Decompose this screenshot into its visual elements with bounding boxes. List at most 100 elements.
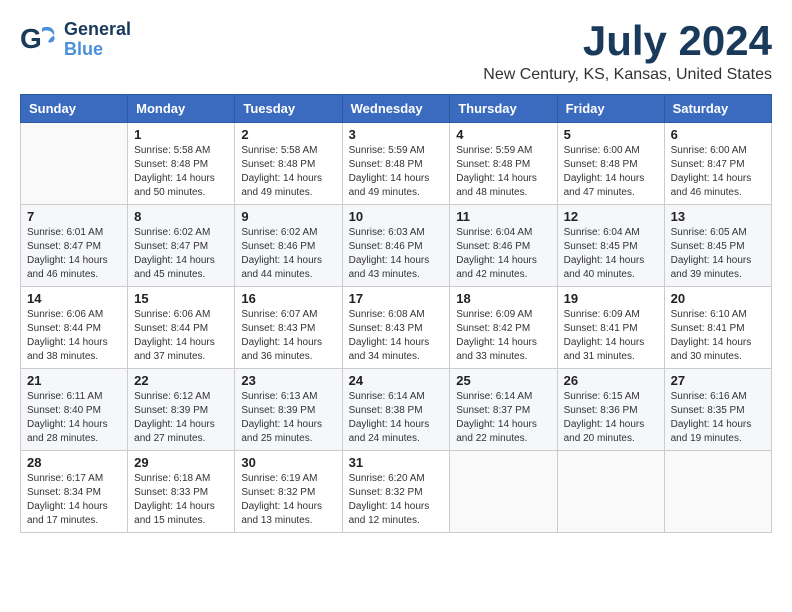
day-info: Sunrise: 6:03 AM Sunset: 8:46 PM Dayligh… xyxy=(349,226,444,282)
day-number: 11 xyxy=(456,209,550,224)
day-number: 3 xyxy=(349,127,444,142)
day-number: 8 xyxy=(134,209,228,224)
logo-blue-text: Blue xyxy=(64,40,131,60)
day-header-monday: Monday xyxy=(128,95,235,123)
calendar-cell: 30Sunrise: 6:19 AM Sunset: 8:32 PM Dayli… xyxy=(235,451,342,533)
day-number: 25 xyxy=(456,373,550,388)
day-header-sunday: Sunday xyxy=(21,95,128,123)
day-number: 2 xyxy=(241,127,335,142)
day-info: Sunrise: 6:12 AM Sunset: 8:39 PM Dayligh… xyxy=(134,390,228,446)
day-number: 13 xyxy=(671,209,765,224)
calendar-cell: 6 Sunrise: 6:00 AM Sunset: 8:47 PM Daylig… xyxy=(664,123,771,205)
calendar-table: SundayMondayTuesdayWednesdayThursdayFrid… xyxy=(20,94,772,533)
day-number: 16 xyxy=(241,291,335,306)
calendar-week-1: 1 Sunrise: 5:58 AM Sunset: 8:48 PM Daylig… xyxy=(21,123,772,205)
day-number: 28 xyxy=(27,455,121,470)
svg-text:G: G xyxy=(20,23,42,54)
calendar-cell: 29Sunrise: 6:18 AM Sunset: 8:33 PM Dayli… xyxy=(128,451,235,533)
day-info: Sunrise: 6:09 AM Sunset: 8:41 PM Dayligh… xyxy=(564,308,658,364)
calendar-week-5: 28Sunrise: 6:17 AM Sunset: 8:34 PM Dayli… xyxy=(21,451,772,533)
day-header-saturday: Saturday xyxy=(664,95,771,123)
calendar-cell xyxy=(21,123,128,205)
day-number: 23 xyxy=(241,373,335,388)
calendar-cell: 22 Sunrise: 6:12 AM Sunset: 8:39 PM Dayli… xyxy=(128,369,235,451)
calendar-cell: 23Sunrise: 6:13 AM Sunset: 8:39 PM Dayli… xyxy=(235,369,342,451)
day-header-thursday: Thursday xyxy=(450,95,557,123)
day-info: Sunrise: 6:07 AM Sunset: 8:43 PM Dayligh… xyxy=(241,308,335,364)
calendar-cell: 19 Sunrise: 6:09 AM Sunset: 8:41 PM Dayli… xyxy=(557,287,664,369)
day-number: 26 xyxy=(564,373,658,388)
calendar-cell: 21 Sunrise: 6:11 AM Sunset: 8:40 PM Dayli… xyxy=(21,369,128,451)
calendar-cell: 9 Sunrise: 6:02 AM Sunset: 8:46 PM Daylig… xyxy=(235,205,342,287)
title-area: July 2024 New Century, KS, Kansas, Unite… xyxy=(483,20,772,84)
day-info: Sunrise: 5:59 AM Sunset: 8:48 PM Dayligh… xyxy=(456,144,550,200)
day-info: Sunrise: 6:14 AM Sunset: 8:37 PM Dayligh… xyxy=(456,390,550,446)
calendar-cell: 18 Sunrise: 6:09 AM Sunset: 8:42 PM Dayli… xyxy=(450,287,557,369)
calendar-cell: 28Sunrise: 6:17 AM Sunset: 8:34 PM Dayli… xyxy=(21,451,128,533)
day-info: Sunrise: 6:20 AM Sunset: 8:32 PM Dayligh… xyxy=(349,472,444,528)
calendar-cell: 25 Sunrise: 6:14 AM Sunset: 8:37 PM Dayli… xyxy=(450,369,557,451)
day-number: 12 xyxy=(564,209,658,224)
day-info: Sunrise: 6:00 AM Sunset: 8:48 PM Dayligh… xyxy=(564,144,658,200)
calendar-cell: 15 Sunrise: 6:06 AM Sunset: 8:44 PM Dayli… xyxy=(128,287,235,369)
calendar-cell: 8 Sunrise: 6:02 AM Sunset: 8:47 PM Daylig… xyxy=(128,205,235,287)
day-info: Sunrise: 6:05 AM Sunset: 8:45 PM Dayligh… xyxy=(671,226,765,282)
calendar-cell: 7Sunrise: 6:01 AM Sunset: 8:47 PM Daylig… xyxy=(21,205,128,287)
day-info: Sunrise: 6:02 AM Sunset: 8:46 PM Dayligh… xyxy=(241,226,335,282)
day-number: 10 xyxy=(349,209,444,224)
day-info: Sunrise: 6:06 AM Sunset: 8:44 PM Dayligh… xyxy=(134,308,228,364)
day-info: Sunrise: 6:00 AM Sunset: 8:47 PM Dayligh… xyxy=(671,144,765,200)
calendar-cell: 26 Sunrise: 6:15 AM Sunset: 8:36 PM Dayli… xyxy=(557,369,664,451)
day-number: 22 xyxy=(134,373,228,388)
day-number: 24 xyxy=(349,373,444,388)
month-title: July 2024 xyxy=(483,20,772,62)
calendar-cell: 4Sunrise: 5:59 AM Sunset: 8:48 PM Daylig… xyxy=(450,123,557,205)
calendar-cell: 14Sunrise: 6:06 AM Sunset: 8:44 PM Dayli… xyxy=(21,287,128,369)
calendar-cell: 11 Sunrise: 6:04 AM Sunset: 8:46 PM Dayli… xyxy=(450,205,557,287)
day-info: Sunrise: 6:15 AM Sunset: 8:36 PM Dayligh… xyxy=(564,390,658,446)
day-number: 15 xyxy=(134,291,228,306)
day-number: 19 xyxy=(564,291,658,306)
day-number: 1 xyxy=(134,127,228,142)
calendar-cell xyxy=(450,451,557,533)
day-number: 7 xyxy=(27,209,121,224)
day-number: 17 xyxy=(349,291,444,306)
day-number: 21 xyxy=(27,373,121,388)
calendar-cell: 27 Sunrise: 6:16 AM Sunset: 8:35 PM Dayli… xyxy=(664,369,771,451)
day-info: Sunrise: 6:10 AM Sunset: 8:41 PM Dayligh… xyxy=(671,308,765,364)
calendar-body: 1 Sunrise: 5:58 AM Sunset: 8:48 PM Daylig… xyxy=(21,123,772,533)
day-number: 14 xyxy=(27,291,121,306)
calendar-cell: 12Sunrise: 6:04 AM Sunset: 8:45 PM Dayli… xyxy=(557,205,664,287)
day-header-tuesday: Tuesday xyxy=(235,95,342,123)
header-row: SundayMondayTuesdayWednesdayThursdayFrid… xyxy=(21,95,772,123)
calendar-cell xyxy=(557,451,664,533)
day-number: 5 xyxy=(564,127,658,142)
calendar-header: SundayMondayTuesdayWednesdayThursdayFrid… xyxy=(21,95,772,123)
day-number: 20 xyxy=(671,291,765,306)
calendar-cell: 3 Sunrise: 5:59 AM Sunset: 8:48 PM Daylig… xyxy=(342,123,450,205)
calendar-cell: 20 Sunrise: 6:10 AM Sunset: 8:41 PM Dayli… xyxy=(664,287,771,369)
logo-text: General Blue xyxy=(64,20,131,60)
day-number: 27 xyxy=(671,373,765,388)
day-info: Sunrise: 5:59 AM Sunset: 8:48 PM Dayligh… xyxy=(349,144,444,200)
page-header: G General Blue July 2024 New Century, KS… xyxy=(20,20,772,84)
logo-general-text: General xyxy=(64,20,131,40)
day-info: Sunrise: 6:02 AM Sunset: 8:47 PM Dayligh… xyxy=(134,226,228,282)
calendar-week-2: 7Sunrise: 6:01 AM Sunset: 8:47 PM Daylig… xyxy=(21,205,772,287)
day-number: 9 xyxy=(241,209,335,224)
day-info: Sunrise: 5:58 AM Sunset: 8:48 PM Dayligh… xyxy=(134,144,228,200)
day-info: Sunrise: 6:19 AM Sunset: 8:32 PM Dayligh… xyxy=(241,472,335,528)
location-title: New Century, KS, Kansas, United States xyxy=(483,66,772,84)
calendar-week-4: 21 Sunrise: 6:11 AM Sunset: 8:40 PM Dayli… xyxy=(21,369,772,451)
calendar-cell xyxy=(664,451,771,533)
day-info: Sunrise: 6:11 AM Sunset: 8:40 PM Dayligh… xyxy=(27,390,121,446)
calendar-cell: 13 Sunrise: 6:05 AM Sunset: 8:45 PM Dayli… xyxy=(664,205,771,287)
day-number: 18 xyxy=(456,291,550,306)
day-number: 6 xyxy=(671,127,765,142)
logo-icon: G xyxy=(20,20,60,60)
day-info: Sunrise: 6:09 AM Sunset: 8:42 PM Dayligh… xyxy=(456,308,550,364)
calendar-cell: 2Sunrise: 5:58 AM Sunset: 8:48 PM Daylig… xyxy=(235,123,342,205)
logo: G General Blue xyxy=(20,20,131,60)
day-info: Sunrise: 6:04 AM Sunset: 8:46 PM Dayligh… xyxy=(456,226,550,282)
day-info: Sunrise: 6:16 AM Sunset: 8:35 PM Dayligh… xyxy=(671,390,765,446)
